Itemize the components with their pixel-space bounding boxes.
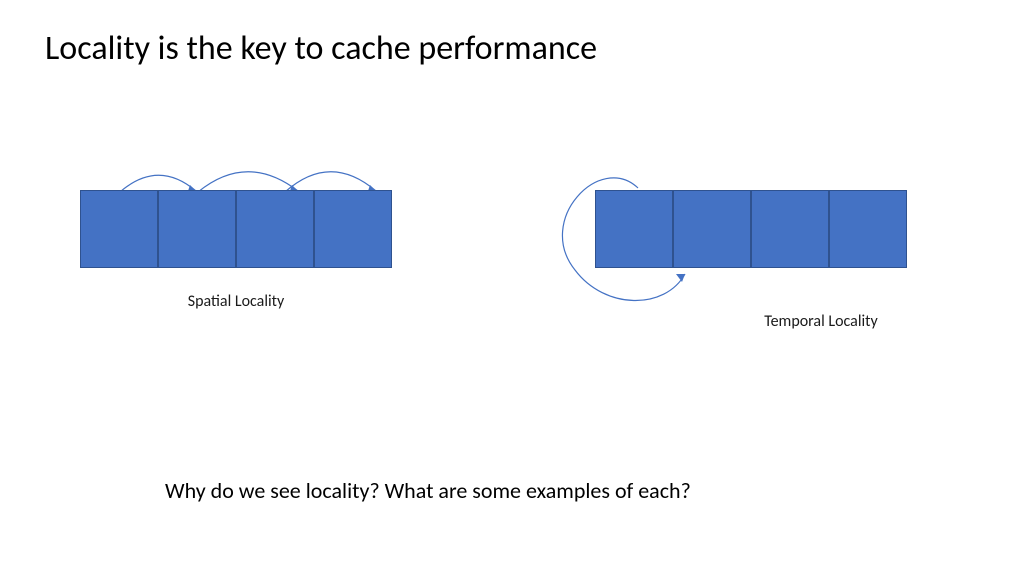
memory-block bbox=[673, 190, 751, 268]
memory-block bbox=[595, 190, 673, 268]
question-text: Why do we see locality? What are some ex… bbox=[165, 477, 691, 504]
spatial-locality-diagram: Spatial Locality bbox=[80, 190, 392, 311]
temporal-block-row bbox=[595, 190, 907, 268]
memory-block bbox=[751, 190, 829, 268]
memory-block bbox=[314, 190, 392, 268]
memory-block bbox=[80, 190, 158, 268]
page-title: Locality is the key to cache performance bbox=[45, 28, 597, 69]
temporal-locality-diagram: Temporal Locality bbox=[595, 190, 907, 331]
spatial-arc-2 bbox=[198, 172, 298, 192]
temporal-caption: Temporal Locality bbox=[764, 312, 878, 331]
spatial-arc-3 bbox=[285, 172, 376, 192]
memory-block bbox=[236, 190, 314, 268]
spatial-block-row bbox=[80, 190, 392, 268]
spatial-caption: Spatial Locality bbox=[188, 292, 285, 311]
memory-block bbox=[158, 190, 236, 268]
memory-block bbox=[829, 190, 907, 268]
